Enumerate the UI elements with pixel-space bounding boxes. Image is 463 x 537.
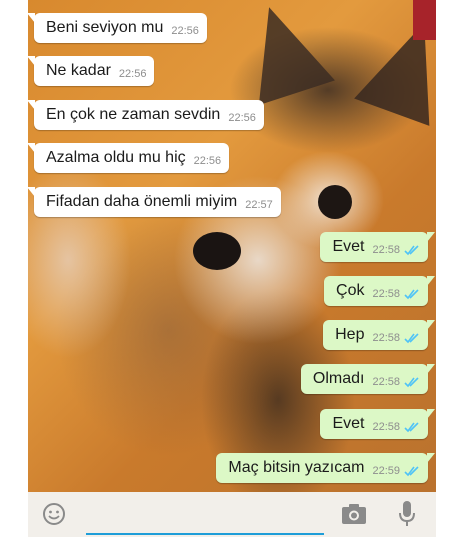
read-ticks-icon	[404, 245, 419, 256]
message-time: 22:56	[171, 25, 199, 37]
message-input-bar	[28, 492, 436, 537]
read-ticks-icon	[404, 377, 419, 388]
outgoing-message[interactable]: Maç bitsin yazıcam 22:59	[216, 453, 435, 483]
message-text: Maç bitsin yazıcam	[228, 459, 365, 476]
message-text: Beni seviyon mu	[46, 19, 164, 36]
message-text: Azalma oldu mu hiç	[46, 149, 186, 166]
wallpaper-puppy-eye	[318, 185, 352, 219]
camera-icon[interactable]	[341, 503, 367, 525]
microphone-icon[interactable]	[398, 500, 416, 528]
message-time: 22:58	[372, 288, 400, 300]
incoming-message[interactable]: Beni seviyon mu 22:56	[28, 13, 207, 43]
read-ticks-icon	[404, 422, 419, 433]
message-time: 22:57	[245, 199, 273, 211]
message-time: 22:58	[372, 421, 400, 433]
outgoing-message[interactable]: Çok 22:58	[324, 276, 435, 306]
message-time: 22:58	[372, 244, 400, 256]
message-time: 22:56	[228, 112, 256, 124]
message-text: Hep	[335, 326, 365, 343]
incoming-message[interactable]: Azalma oldu mu hiç 22:56	[28, 143, 230, 173]
incoming-message[interactable]: En çok ne zaman sevdin 22:56	[28, 100, 264, 130]
message-input-field[interactable]	[86, 533, 324, 535]
outgoing-message[interactable]: Hep 22:58	[323, 320, 435, 350]
incoming-message[interactable]: Ne kadar 22:56	[28, 56, 155, 86]
message-text: Ne kadar	[46, 62, 111, 79]
wallpaper-puppy-nose	[193, 232, 241, 270]
message-text: Çok	[336, 282, 365, 299]
message-time: 22:58	[372, 376, 400, 388]
outgoing-message[interactable]: Evet 22:58	[320, 409, 435, 439]
message-text: Evet	[332, 415, 365, 432]
message-text: Olmadı	[312, 370, 365, 387]
wallpaper-puppy-ear	[231, 0, 335, 106]
message-time: 22:56	[118, 68, 147, 80]
wallpaper-red-corner	[413, 0, 436, 40]
outgoing-message[interactable]: Evet 22:58	[320, 232, 435, 262]
chat-screen: Beni seviyon mu 22:56 Ne kadar 22:56 En …	[28, 0, 436, 537]
emoji-icon[interactable]	[42, 502, 66, 526]
read-ticks-icon	[404, 466, 419, 477]
message-text: Fifadan daha önemli miyim	[46, 193, 238, 210]
outgoing-message[interactable]: Olmadı 22:58	[300, 364, 436, 394]
message-text: Evet	[332, 238, 365, 255]
message-time: 22:56	[193, 155, 222, 167]
message-time: 22:59	[372, 465, 400, 477]
incoming-message[interactable]: Fifadan daha önemli miyim 22:57	[28, 187, 281, 217]
message-time: 22:58	[372, 332, 400, 344]
read-ticks-icon	[404, 333, 419, 344]
message-text: En çok ne zaman sevdin	[46, 106, 221, 123]
read-ticks-icon	[404, 289, 419, 300]
